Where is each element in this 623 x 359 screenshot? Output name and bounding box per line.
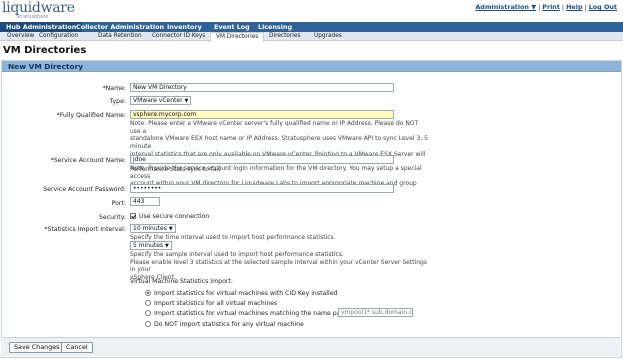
separator: |: [561, 3, 565, 11]
sample-interval-select[interactable]: 5 minutes ▼: [130, 241, 172, 250]
type-select-wrap: VMware vCenter ▼: [130, 96, 192, 105]
nav-licensing[interactable]: Licensing: [252, 22, 298, 32]
vm-stats-option-label: Import statistics for virtual machines w…: [154, 290, 338, 297]
top-links: Administration ▼ | Print | Help | Log Out: [475, 3, 617, 11]
vm-stats-option-label: Do NOT import statistics for any virtual…: [154, 321, 304, 328]
sub-nav: Overview Configuration Data Retention Co…: [0, 32, 623, 42]
tab-configuration[interactable]: Configuration: [34, 32, 83, 41]
cancel-button[interactable]: Cancel: [61, 342, 93, 353]
fqdn-input[interactable]: vsphere.mycorp.com: [130, 110, 394, 119]
sample-interval-value: 5 minutes: [133, 242, 164, 249]
type-select-value: VMware vCenter: [133, 97, 183, 104]
vm-stats-option-all[interactable]: Import statistics for all virtual machin…: [145, 300, 277, 307]
separator: |: [584, 3, 587, 11]
separator: |: [538, 3, 541, 11]
host-interval-value: 10 minutes: [133, 225, 167, 232]
service-account-name-label: *Service Account Name:: [50, 157, 126, 164]
vm-stats-heading: Virtual Machine Statistics Import:: [130, 278, 233, 285]
nav-collector-administration[interactable]: Collector Administration: [70, 22, 170, 32]
note-line: Please enable level 3 statistics at the …: [130, 258, 427, 274]
print-link[interactable]: Print: [542, 3, 560, 11]
note-line: Specify the sample interval used to impo…: [130, 251, 344, 258]
administration-menu-link[interactable]: Administration ▼: [475, 3, 536, 11]
vm-stats-option-label: Import statistics for virtual machines m…: [154, 310, 356, 317]
chevron-down-icon: ▼: [168, 226, 173, 232]
service-account-password-input[interactable]: ••••••••: [130, 184, 394, 193]
main-nav: Hub Administration Collector Administrat…: [0, 22, 623, 32]
service-account-password-label: Service Account Password:: [43, 186, 126, 193]
form-footer: Save Changes Cancel: [1, 337, 620, 356]
vm-stats-option-label: Import statistics for all virtual machin…: [154, 300, 278, 307]
vm-stats-option-cid[interactable]: Import statistics for virtual machines w…: [145, 290, 337, 297]
logout-link[interactable]: Log Out: [589, 3, 617, 11]
vm-stats-radio-pattern[interactable]: [145, 310, 151, 316]
vm-stats-radio-all[interactable]: [145, 300, 151, 306]
nav-inventory[interactable]: Inventory: [161, 22, 208, 32]
vm-stats-radio-none[interactable]: [145, 321, 151, 327]
chevron-down-icon: ▼: [165, 243, 169, 249]
secure-connection-checkbox[interactable]: [130, 213, 136, 219]
chevron-down-icon: ▼: [184, 98, 189, 104]
security-label: Security:: [98, 214, 126, 221]
page-title: VM Directories: [3, 45, 87, 56]
type-select[interactable]: VMware vCenter ▼: [130, 96, 192, 105]
fqdn-label: *Fully Qualified Name:: [56, 112, 126, 119]
save-changes-button[interactable]: Save Changes: [9, 342, 65, 353]
tab-data-retention[interactable]: Data Retention: [93, 32, 147, 41]
type-label: Type:: [109, 98, 126, 105]
brand-name: liquidware: [2, 0, 75, 16]
note-line: Note: Provide the service account login …: [130, 165, 422, 180]
vm-stats-option-pattern[interactable]: Import statistics for virtual machines m…: [145, 310, 356, 317]
name-pattern-input[interactable]: vmpool1*.sub.domain.com: [338, 308, 413, 317]
liquidware-logo: liquidware Stratusphere: [2, 0, 75, 21]
note-line: Note: Please enter a VMware vCenter serv…: [130, 120, 419, 135]
tab-directories[interactable]: Directories: [264, 32, 305, 41]
help-link[interactable]: Help: [566, 3, 582, 11]
service-account-name-input[interactable]: jdoe: [130, 155, 394, 164]
note-line: standalone VMware ESX host name or IP Ad…: [130, 135, 428, 151]
host-interval-select[interactable]: 10 minutes ▼: [130, 224, 176, 233]
secure-connection-option[interactable]: Use secure connection: [130, 213, 209, 220]
vm-stats-option-none[interactable]: Do NOT import statistics for any virtual…: [145, 321, 304, 328]
nav-event-log[interactable]: Event Log: [208, 22, 256, 32]
statistics-interval-label: *Statistics Import Interval:: [44, 226, 126, 233]
port-input[interactable]: 443: [130, 197, 160, 206]
name-label: *Name:: [102, 85, 126, 92]
vm-stats-radio-cid[interactable]: [145, 290, 151, 296]
secure-connection-label: Use secure connection: [139, 213, 210, 220]
tab-vm-directories[interactable]: VM Directories: [210, 32, 265, 42]
tab-connector-id-keys[interactable]: Connector ID Keys: [147, 32, 210, 41]
sample-interval-wrap: 5 minutes ▼: [130, 241, 172, 250]
port-label: Port:: [111, 200, 126, 207]
host-interval-wrap: 10 minutes ▼: [130, 224, 176, 233]
panel-title: New VM Directory: [2, 61, 621, 72]
tab-upgrades[interactable]: Upgrades: [309, 32, 347, 41]
name-input[interactable]: New VM Directory: [130, 83, 394, 92]
host-interval-note: Specify the time interval used to import…: [130, 234, 336, 241]
